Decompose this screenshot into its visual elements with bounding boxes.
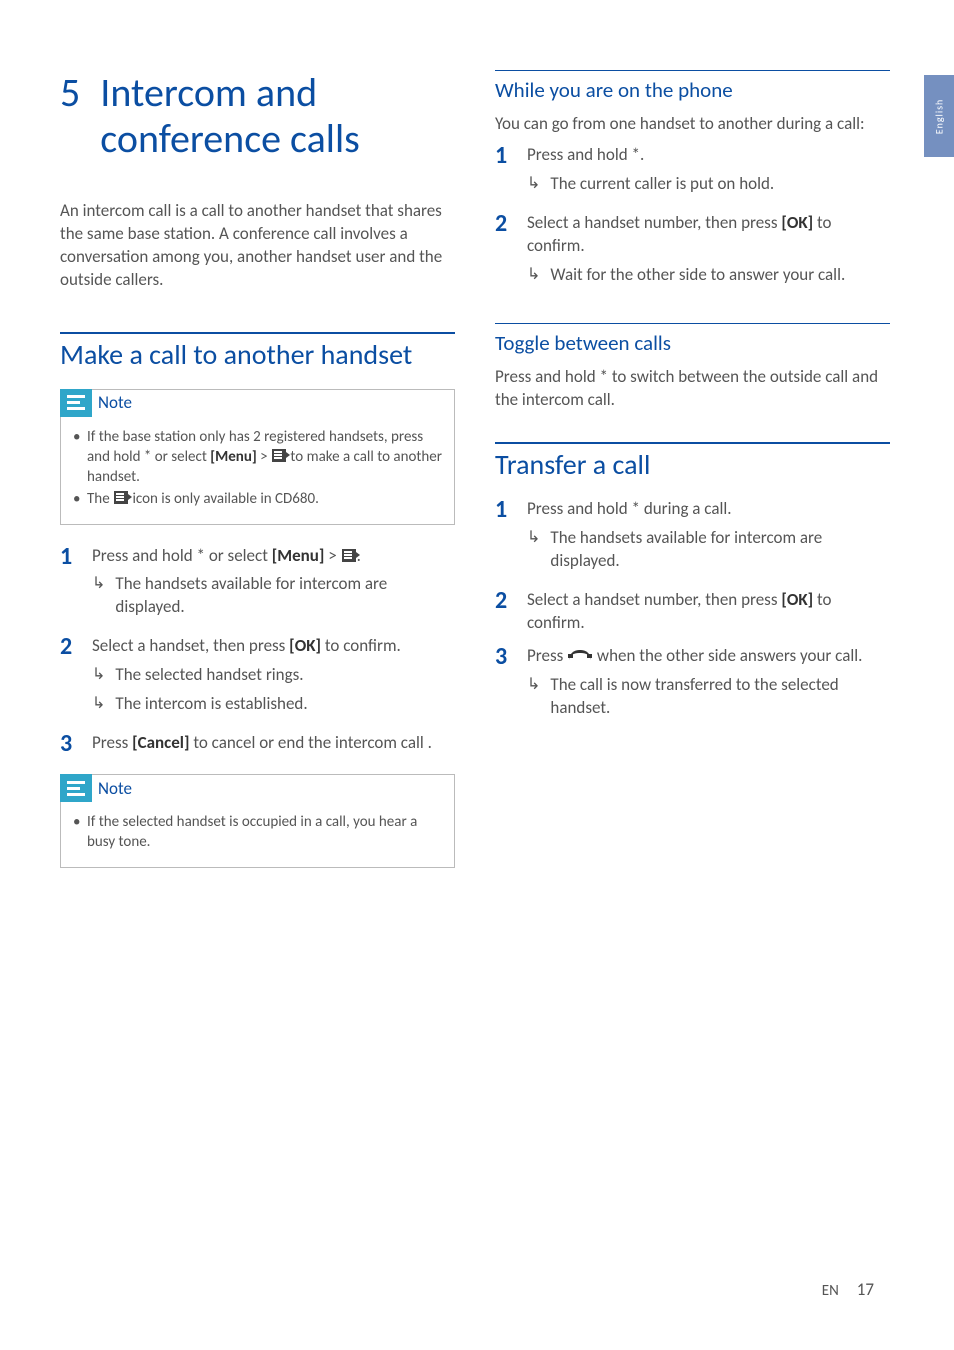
step-list: 1 Press and hold *. ↳The current caller …	[495, 144, 890, 293]
subsection-toggle-heading: Toggle between calls	[495, 330, 890, 356]
result-arrow-icon: ↳	[527, 527, 540, 573]
page-content: 5 Intercom and conference calls An inter…	[0, 0, 954, 928]
note-box: Note If the base station only has 2 regi…	[60, 389, 455, 525]
result-arrow-icon: ↳	[527, 173, 540, 196]
step-item: 1 Press and hold * during a call. ↳The h…	[495, 498, 890, 579]
chapter-title: 5 Intercom and conference calls	[60, 70, 455, 162]
footer-lang: EN	[822, 1282, 839, 1300]
step-item: 2 Select a handset number, then press [O…	[495, 589, 890, 635]
note-icon	[60, 389, 92, 417]
intercom-icon	[342, 549, 356, 562]
section-make-call-heading: Make a call to another handset	[60, 340, 455, 371]
note-label: Note	[98, 392, 132, 413]
subsection-rule	[495, 323, 890, 324]
note-item: If the base station only has 2 registere…	[73, 427, 442, 488]
footer-page-number: 17	[857, 1279, 874, 1300]
chapter-intro: An intercom call is a call to another ha…	[60, 200, 455, 292]
step-item: 3 Press when the other side answers your…	[495, 645, 890, 726]
note-label: Note	[98, 778, 132, 799]
step-list: 1 Press and hold * or select [Menu] > . …	[60, 545, 455, 757]
step-item: 2 Select a handset, then press [OK] to c…	[60, 635, 455, 722]
subsection-body: Press and hold * to switch between the o…	[495, 366, 890, 412]
step-item: 1 Press and hold *. ↳The current caller …	[495, 144, 890, 202]
step-item: 3 Press [Cancel] to cancel or end the in…	[60, 732, 455, 756]
note-item: The icon is only available in CD680.	[73, 489, 442, 509]
left-column: 5 Intercom and conference calls An inter…	[60, 70, 455, 888]
step-item: 1 Press and hold * or select [Menu] > . …	[60, 545, 455, 626]
note-icon	[60, 774, 92, 802]
result-arrow-icon: ↳	[527, 264, 540, 287]
hangup-icon	[569, 650, 591, 660]
subsection-while-on-phone-heading: While you are on the phone	[495, 77, 890, 103]
page-footer: EN 17	[822, 1279, 874, 1300]
section-rule	[60, 332, 455, 334]
result-arrow-icon: ↳	[92, 664, 105, 687]
subsection-rule	[495, 70, 890, 71]
step-list: 1 Press and hold * during a call. ↳The h…	[495, 498, 890, 726]
right-column: While you are on the phone You can go fr…	[495, 70, 890, 888]
note-box: Note If the selected handset is occupied…	[60, 774, 455, 868]
chapter-title-text: Intercom and conference calls	[100, 70, 455, 162]
language-tab: English	[924, 75, 954, 157]
result-arrow-icon: ↳	[92, 693, 105, 716]
subsection-intro: You can go from one handset to another d…	[495, 113, 890, 136]
result-arrow-icon: ↳	[92, 573, 105, 619]
step-item: 2 Select a handset number, then press [O…	[495, 212, 890, 293]
chapter-number: 5	[60, 70, 80, 116]
note-item: If the selected handset is occupied in a…	[73, 812, 442, 853]
section-transfer-heading: Transfer a call	[495, 450, 890, 481]
intercom-icon	[272, 449, 286, 462]
section-rule	[495, 442, 890, 444]
result-arrow-icon: ↳	[527, 674, 540, 720]
intercom-icon	[114, 491, 128, 504]
